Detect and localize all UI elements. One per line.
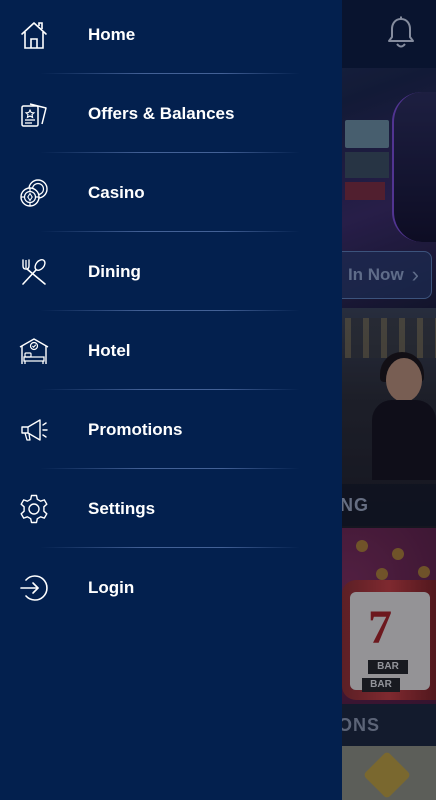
menu-item-offers-balances[interactable]: Offers & Balances bbox=[0, 74, 342, 153]
menu-item-hotel[interactable]: Hotel bbox=[0, 311, 342, 390]
menu-item-label: Casino bbox=[88, 182, 145, 202]
menu-item-home[interactable]: Home bbox=[0, 0, 342, 74]
menu-item-label: Login bbox=[88, 577, 135, 597]
menu-item-login[interactable]: Login bbox=[0, 548, 342, 627]
dining-icon bbox=[18, 256, 50, 288]
menu-item-dining[interactable]: Dining bbox=[0, 232, 342, 311]
home-icon bbox=[18, 19, 50, 51]
menu-item-label: Hotel bbox=[88, 340, 131, 360]
gear-icon bbox=[18, 493, 50, 525]
megaphone-icon bbox=[18, 414, 50, 446]
login-icon bbox=[18, 572, 50, 604]
hotel-icon bbox=[18, 335, 50, 367]
menu-item-promotions[interactable]: Promotions bbox=[0, 390, 342, 469]
navigation-drawer: Home Offers & Balances Casino Dining Hot… bbox=[0, 0, 342, 800]
menu-item-label: Dining bbox=[88, 261, 141, 281]
menu-item-label: Settings bbox=[88, 498, 156, 518]
offers-icon bbox=[18, 98, 50, 130]
menu-item-label: Offers & Balances bbox=[88, 103, 235, 123]
menu-item-label: Home bbox=[88, 24, 136, 44]
menu-item-settings[interactable]: Settings bbox=[0, 469, 342, 548]
menu-item-casino[interactable]: Casino bbox=[0, 153, 342, 232]
app-screen: In Now › NG 7 BAR BAR TIONS Home Offers … bbox=[0, 0, 436, 800]
menu-item-label: Promotions bbox=[88, 419, 183, 439]
casino-chips-icon bbox=[18, 177, 50, 209]
